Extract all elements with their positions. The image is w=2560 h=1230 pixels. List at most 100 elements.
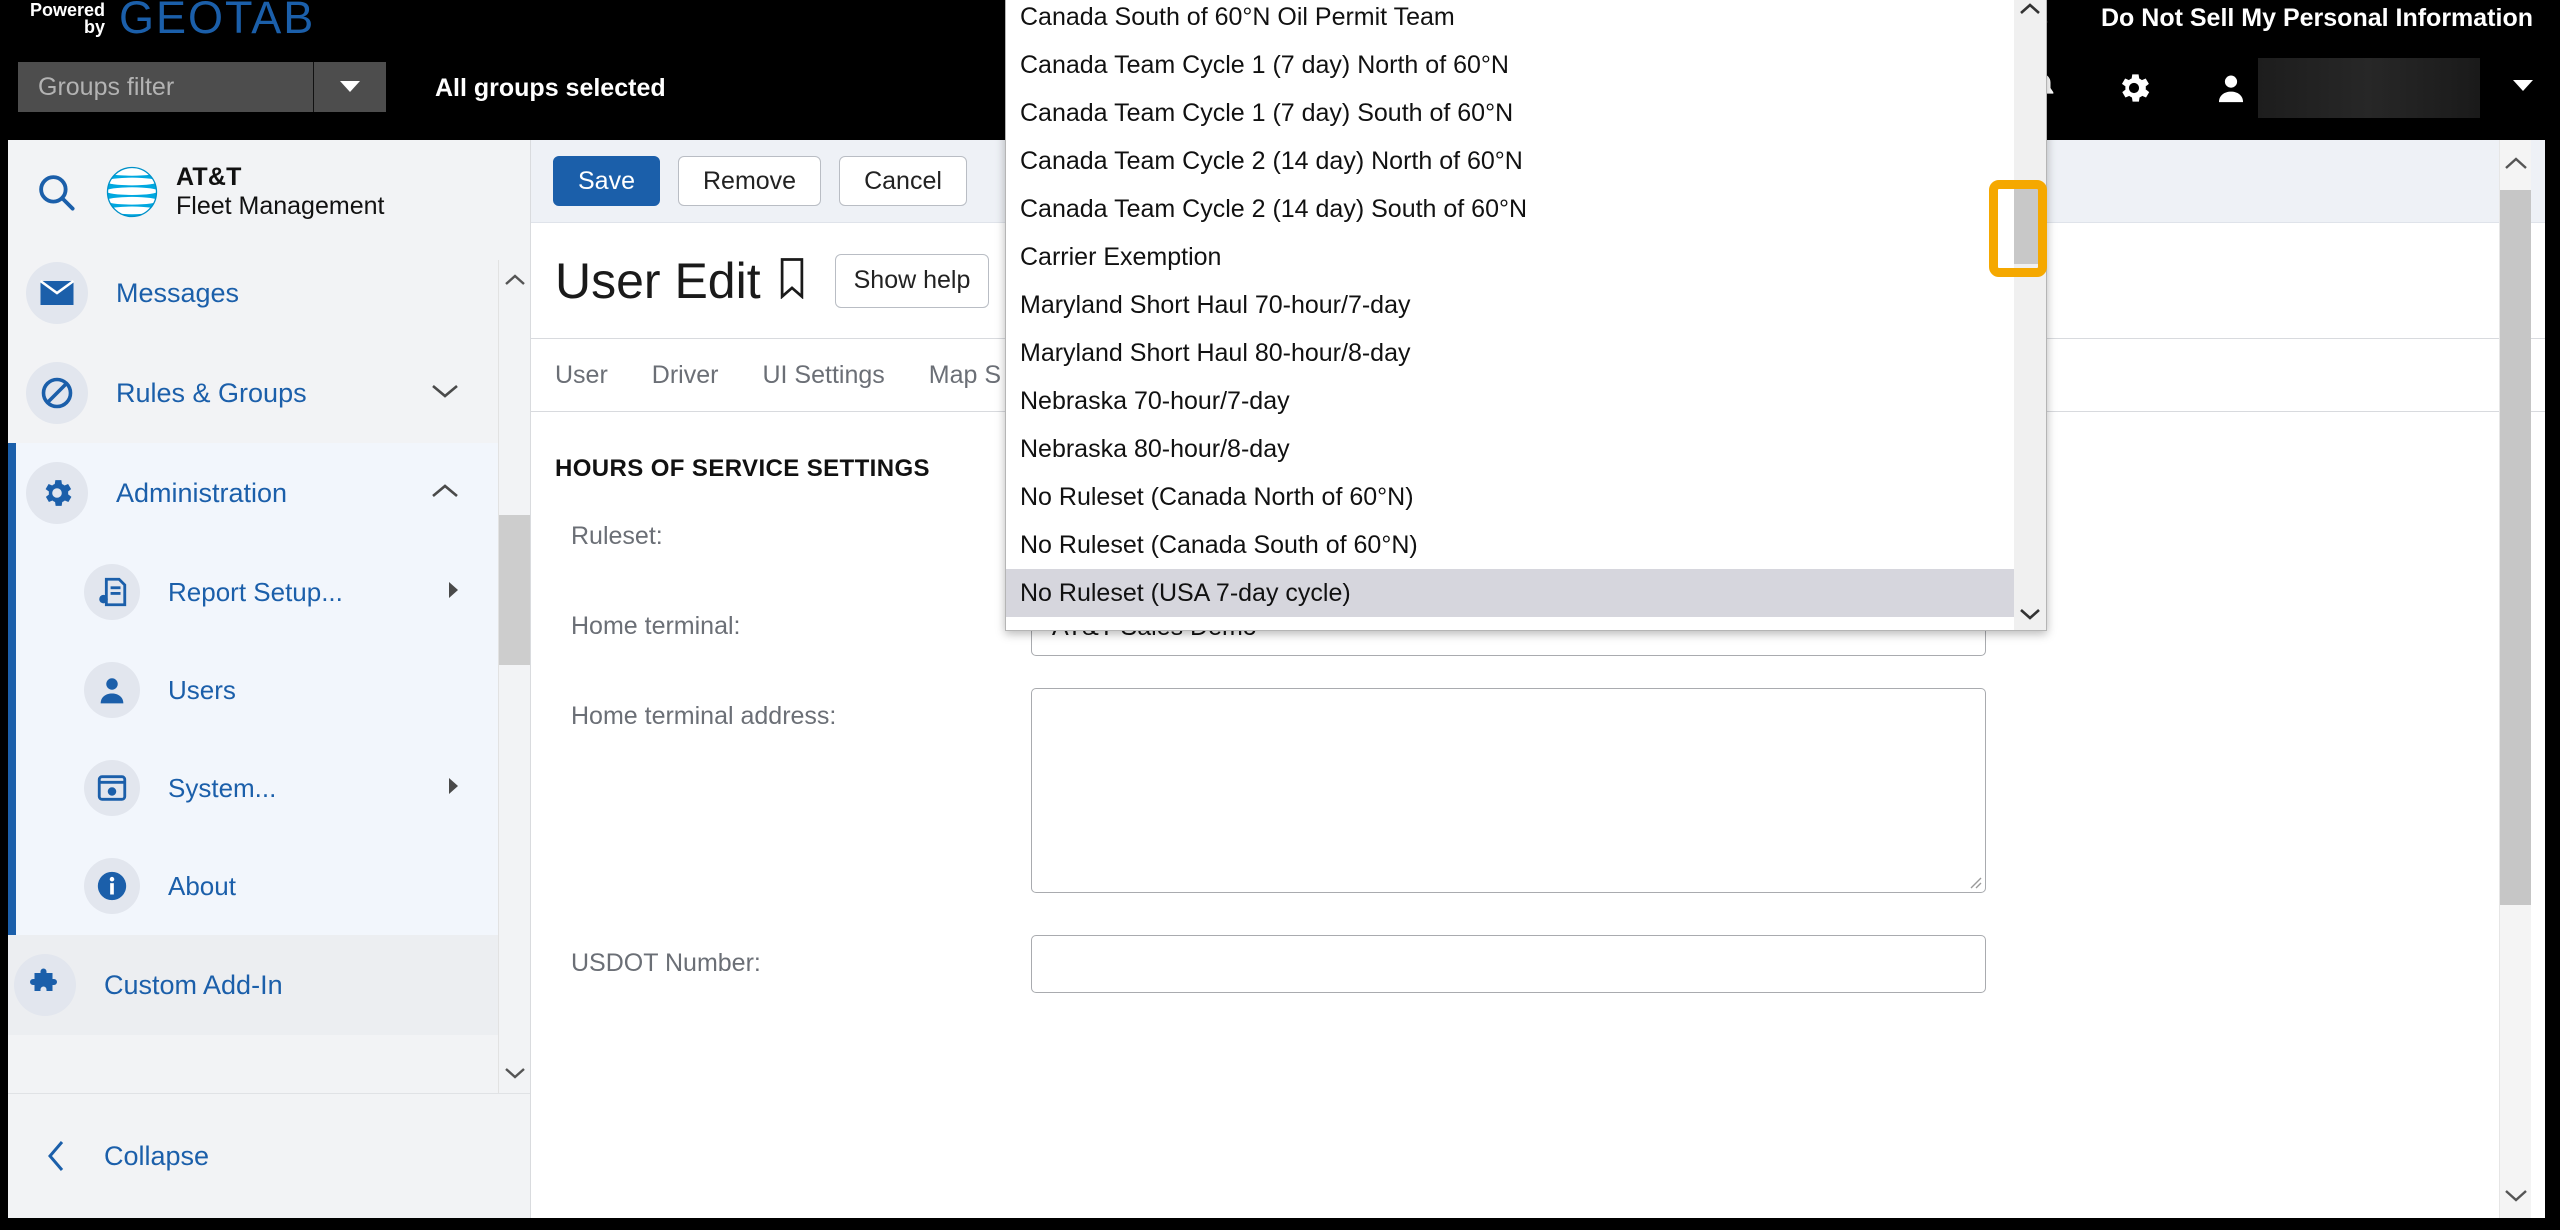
sidebar-scrollbar-thumb[interactable] xyxy=(499,515,530,665)
ruleset-label: Ruleset: xyxy=(571,522,663,550)
bookmark-icon[interactable] xyxy=(777,257,807,304)
cancel-button[interactable]: Cancel xyxy=(839,156,967,206)
do-not-sell-link[interactable]: Do Not Sell My Personal Information xyxy=(2101,0,2533,36)
field-row-usdot-number: USDOT Number: xyxy=(555,935,2545,993)
search-icon[interactable] xyxy=(8,171,104,213)
system-icon xyxy=(84,760,140,816)
sidebar-item-about[interactable]: About xyxy=(16,837,530,935)
gear-icon[interactable] xyxy=(2108,62,2160,114)
collapse-label: Collapse xyxy=(104,1140,210,1171)
dropdown-option[interactable]: Nebraska 80-hour/8-day xyxy=(1006,425,2014,473)
scrollbar-thumb-highlight-annotation xyxy=(1989,180,2047,277)
dropdown-option[interactable]: Canada Team Cycle 2 (14 day) South of 60… xyxy=(1006,185,2014,233)
chevron-left-icon xyxy=(8,1138,104,1174)
geotab-wordmark: GEOTAB xyxy=(119,0,316,43)
tab-ui-settings[interactable]: UI Settings xyxy=(762,361,884,390)
sidebar-nav-list: Messages Rules & Groups Administration R… xyxy=(8,243,530,1093)
sidebar-item-administration[interactable]: Administration xyxy=(8,443,530,543)
sidebar-item-rules-and-groups[interactable]: Rules & Groups xyxy=(8,343,530,443)
report-setup-icon xyxy=(84,564,140,620)
chevron-right-icon[interactable] xyxy=(446,776,460,801)
dropdown-option[interactable]: No Ruleset (Canada South of 60°N) xyxy=(1006,521,2014,569)
sidebar-admin-group: Administration Report Setup... Users Sys… xyxy=(8,443,530,935)
puzzle-icon xyxy=(14,954,76,1016)
sidebar-item-report-setup[interactable]: Report Setup... xyxy=(16,543,530,641)
dropdown-option-selected[interactable]: No Ruleset (USA 7-day cycle) xyxy=(1006,569,2014,617)
user-name-redacted-box[interactable] xyxy=(2258,58,2480,118)
ruleset-dropdown-listbox[interactable]: Canada South of 60°N Oil Permit Team Can… xyxy=(1005,0,2047,631)
sidebar-item-system[interactable]: System... xyxy=(16,739,530,837)
remove-button[interactable]: Remove xyxy=(677,156,822,206)
dropdown-option[interactable]: Carrier Exemption xyxy=(1006,233,2014,281)
groups-filter-placeholder: Groups filter xyxy=(38,72,175,101)
groups-filter-dropdown[interactable]: Groups filter xyxy=(18,62,386,112)
envelope-icon xyxy=(26,262,88,324)
sidebar-item-users[interactable]: Users xyxy=(16,641,530,739)
sidebar-item-label: Rules & Groups xyxy=(116,377,307,408)
sidebar-item-label: Users xyxy=(168,674,236,705)
sidebar-item-label: System... xyxy=(168,772,277,803)
show-help-button[interactable]: Show help xyxy=(834,253,990,308)
home-terminal-address-textarea[interactable] xyxy=(1031,688,1986,893)
usdot-number-label: USDOT Number: xyxy=(571,949,761,977)
dropdown-scroll-up-chevron-up-icon[interactable] xyxy=(2014,0,2046,25)
screen-root: Powered by GEOTAB Groups filter All grou… xyxy=(0,0,2560,1230)
chevron-down-icon[interactable] xyxy=(430,382,460,405)
groups-filter-chevron-down-icon[interactable] xyxy=(313,62,386,112)
tab-map-settings[interactable]: Map S xyxy=(929,361,1001,390)
dropdown-option[interactable]: Maryland Short Haul 70-hour/7-day xyxy=(1006,281,2014,329)
main-scroll-down-chevron-down-icon[interactable] xyxy=(2500,1172,2531,1218)
person-icon[interactable] xyxy=(2205,62,2257,114)
usdot-number-input[interactable] xyxy=(1031,935,1986,993)
main-scrollbar-thumb[interactable] xyxy=(2500,190,2531,905)
sidebar-item-label: Messages xyxy=(116,277,240,308)
dropdown-option[interactable]: Canada Team Cycle 2 (14 day) North of 60… xyxy=(1006,137,2014,185)
resize-grip-icon[interactable] xyxy=(1966,873,1982,889)
sidebar-scroll-up-chevron-up-icon[interactable] xyxy=(499,260,530,300)
sidebar-collapse-button[interactable]: Collapse xyxy=(8,1093,530,1218)
chevron-up-icon[interactable] xyxy=(430,482,460,505)
info-icon xyxy=(84,858,140,914)
brand-line-1: AT&T xyxy=(176,162,242,191)
sidebar-item-label: About xyxy=(168,870,236,901)
tab-user[interactable]: User xyxy=(555,361,608,390)
powered-line-2: by xyxy=(84,17,106,37)
sidebar-item-label: Report Setup... xyxy=(168,576,343,607)
sidebar-item-label: Administration xyxy=(116,477,288,508)
field-row-home-terminal-address: Home terminal address: xyxy=(555,688,2545,893)
powered-by-geotab-logo: Powered by GEOTAB xyxy=(30,0,315,48)
dropdown-option[interactable]: Canada South of 60°N Oil Permit Team xyxy=(1006,0,2014,41)
dropdown-scroll-down-chevron-down-icon[interactable] xyxy=(2014,598,2046,630)
powered-by-text: Powered by xyxy=(30,0,105,36)
home-terminal-label: Home terminal: xyxy=(571,612,741,640)
main-scroll-up-chevron-up-icon[interactable] xyxy=(2500,140,2531,186)
page-title: User Edit xyxy=(555,252,761,309)
dropdown-option[interactable]: Nebraska 70-hour/7-day xyxy=(1006,377,2014,425)
brand-line-2: Fleet Management xyxy=(176,191,385,220)
sidebar-item-label: Custom Add-In xyxy=(104,969,283,1000)
att-globe-icon xyxy=(106,166,158,217)
dropdown-option[interactable]: No Ruleset (Canada North of 60°N) xyxy=(1006,473,2014,521)
ruleset-dropdown-options: Canada South of 60°N Oil Permit Team Can… xyxy=(1006,0,2014,630)
dropdown-option[interactable]: Maryland Short Haul 80-hour/8-day xyxy=(1006,329,2014,377)
sidebar-scroll-down-chevron-down-icon[interactable] xyxy=(499,1053,530,1093)
left-sidebar: AT&T Fleet Management Messages Rules & G… xyxy=(8,140,531,1218)
sidebar-scrollbar[interactable] xyxy=(498,260,530,1093)
save-button[interactable]: Save xyxy=(553,156,660,206)
sidebar-header: AT&T Fleet Management xyxy=(8,140,530,243)
prohibit-icon xyxy=(26,362,88,424)
person-icon xyxy=(84,662,140,718)
home-terminal-address-label: Home terminal address: xyxy=(571,702,837,730)
dropdown-option[interactable]: Canada Team Cycle 1 (7 day) South of 60°… xyxy=(1006,89,2014,137)
dropdown-scrollbar[interactable] xyxy=(2014,0,2046,630)
gear-icon xyxy=(26,462,88,524)
chevron-right-icon[interactable] xyxy=(446,580,460,605)
att-fleet-management-logo: AT&T Fleet Management xyxy=(104,163,384,221)
sidebar-item-messages[interactable]: Messages xyxy=(8,243,530,343)
main-scrollbar[interactable] xyxy=(2499,140,2531,1218)
tab-driver[interactable]: Driver xyxy=(652,361,719,390)
user-menu-chevron-down-icon[interactable] xyxy=(2512,78,2534,98)
sidebar-item-custom-add-in[interactable]: Custom Add-In xyxy=(8,935,530,1035)
dropdown-option[interactable]: Canada Team Cycle 1 (7 day) North of 60°… xyxy=(1006,41,2014,89)
all-groups-selected-label: All groups selected xyxy=(435,74,666,102)
